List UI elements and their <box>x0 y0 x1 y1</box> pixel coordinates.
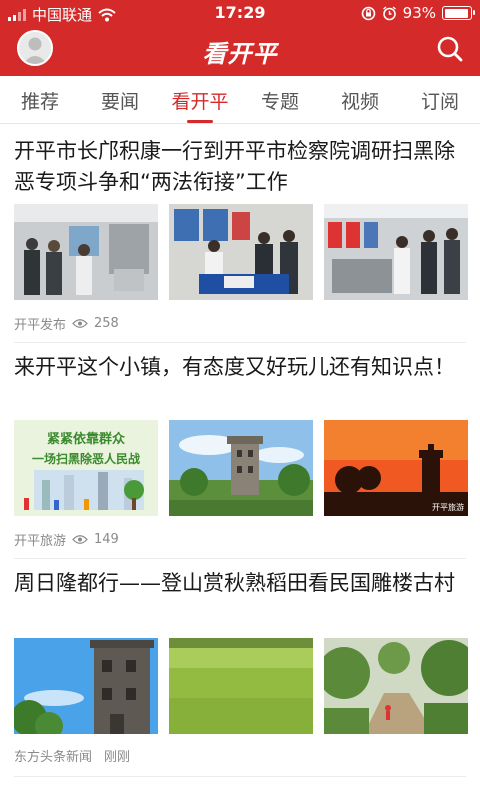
battery-icon <box>442 6 475 20</box>
article-title[interactable]: 周日隆都行——登山赏秋熟稻田看民国雕楼古村 <box>14 568 468 599</box>
views-eye-icon <box>72 535 88 544</box>
thumbnail-banner-line1: 紧紧依靠群众 <box>46 432 125 447</box>
divider <box>14 776 466 777</box>
article-card[interactable]: 周日隆都行——登山赏秋熟稻田看民国雕楼古村 东方头条新闻 刚刚 <box>14 568 468 768</box>
channel-tabs: 推荐 要闻 看开平 专题 视频 订阅 <box>0 76 480 124</box>
article-source: 东方头条新闻 <box>14 750 93 765</box>
tab-topics[interactable]: 专题 <box>240 87 320 114</box>
status-bar: 中国联通 17:29 93% <box>0 0 480 26</box>
tab-subscribe[interactable]: 订阅 <box>400 87 480 114</box>
thumbnail-watermark: 开平旅游 <box>432 503 464 512</box>
article-view-count: 149 <box>94 532 119 547</box>
article-thumbnail[interactable] <box>169 420 313 516</box>
article-card[interactable]: 开平市长邝积康一行到开平市检察院调研扫黑除恶专项斗争和“两法衔接”工作 开平发布… <box>14 136 468 336</box>
active-tab-indicator <box>187 120 213 123</box>
article-meta: 东方头条新闻 刚刚 <box>14 746 130 765</box>
article-thumbnail[interactable] <box>324 638 468 734</box>
alarm-icon <box>382 5 396 20</box>
article-card[interactable]: 来开平这个小镇，有态度又好玩儿还有知识点！ 紧紧依靠群众 一场扫黑除恶人民战 开… <box>14 352 468 552</box>
article-thumbnail[interactable] <box>14 638 158 734</box>
article-thumbnails <box>14 638 468 734</box>
tab-video[interactable]: 视频 <box>320 87 400 114</box>
article-meta: 开平旅游 149 <box>14 530 119 549</box>
article-thumbnail[interactable] <box>324 204 468 300</box>
article-view-count: 258 <box>94 316 119 331</box>
divider <box>14 558 466 559</box>
article-thumbnail[interactable]: 开平旅游 <box>324 420 468 516</box>
article-thumbnail[interactable] <box>14 204 158 300</box>
app-title: 看开平 <box>202 40 278 68</box>
thumbnail-banner-line2: 一场扫黑除恶人民战 <box>31 452 140 466</box>
tab-recommend[interactable]: 推荐 <box>0 87 80 114</box>
tab-kaiping[interactable]: 看开平 <box>160 87 240 114</box>
article-thumbnail[interactable]: 紧紧依靠群众 一场扫黑除恶人民战 <box>14 420 158 516</box>
title-bar: 看开平 <box>0 26 480 76</box>
battery-percent: 93% <box>402 4 436 22</box>
article-title[interactable]: 来开平这个小镇，有态度又好玩儿还有知识点！ <box>14 352 468 383</box>
article-thumbnails: 紧紧依靠群众 一场扫黑除恶人民战 开平旅游 <box>14 420 468 516</box>
article-title[interactable]: 开平市长邝积康一行到开平市检察院调研扫黑除恶专项斗争和“两法衔接”工作 <box>14 136 468 198</box>
article-source: 开平发布 <box>14 318 67 333</box>
app-header: 中国联通 17:29 93% 看开平 <box>0 0 480 76</box>
tab-headlines[interactable]: 要闻 <box>80 87 160 114</box>
views-eye-icon <box>72 319 88 328</box>
article-source: 开平旅游 <box>14 534 67 549</box>
article-thumbnails <box>14 204 468 300</box>
article-thumbnail[interactable] <box>169 204 313 300</box>
rotation-lock-icon <box>361 6 375 20</box>
article-thumbnail[interactable] <box>169 638 313 734</box>
divider <box>14 342 466 343</box>
article-time: 刚刚 <box>104 750 131 765</box>
article-meta: 开平发布 258 <box>14 314 119 333</box>
search-icon[interactable] <box>436 35 464 63</box>
